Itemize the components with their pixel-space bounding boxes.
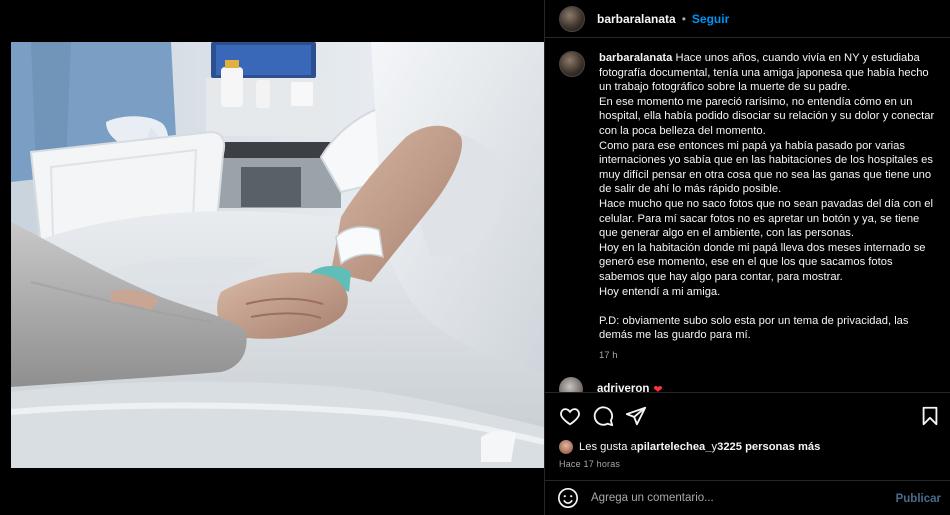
follow-button[interactable]: Seguir: [692, 12, 729, 26]
publish-button[interactable]: Publicar: [896, 493, 941, 505]
caption-paragraph: Como para ese entonces mi papá ya había …: [599, 139, 933, 196]
post-photo[interactable]: [11, 42, 544, 468]
list-item: adriveron ❤: [559, 377, 937, 392]
post-side-panel: barbaralanata • Seguir barbaralanata Hac…: [544, 0, 950, 515]
separator-dot: •: [681, 11, 686, 26]
avatar[interactable]: [559, 5, 585, 32]
bookmark-icon[interactable]: [919, 405, 941, 427]
caption-paragraph: Hoy entendí a mi amiga.: [599, 285, 721, 298]
liker-username[interactable]: pilartelechea_: [637, 441, 712, 453]
caption-avatar[interactable]: [559, 51, 585, 77]
hospital-hands-photo: [11, 42, 544, 468]
likes-prefix: Les gusta a: [579, 441, 637, 453]
caption: barbaralanata Hace unos años, cuando viv…: [559, 51, 937, 363]
media-pane: [0, 0, 544, 515]
comment-icon[interactable]: [592, 405, 614, 427]
action-icons: [559, 405, 658, 427]
caption-paragraph: Hace mucho que no saco fotos que no sean…: [599, 197, 933, 240]
liker-avatar[interactable]: [559, 440, 573, 454]
likes-count[interactable]: 3225 personas más: [717, 441, 820, 453]
add-comment-bar: Publicar: [545, 480, 950, 515]
comment-input[interactable]: [591, 492, 881, 504]
post-timestamp: Hace 17 horas: [559, 459, 621, 469]
comments-section[interactable]: barbaralanata Hace unos años, cuando viv…: [545, 39, 950, 392]
heart-emoji: ❤: [653, 383, 663, 392]
likes-summary: Les gusta a pilartelechea_ y 3225 person…: [559, 440, 820, 454]
caption-paragraph: En ese momento me pareció rarísimo, no e…: [599, 95, 935, 137]
heart-icon[interactable]: [559, 405, 581, 427]
caption-paragraph: P.D: obviamente subo solo esta por un te…: [599, 314, 909, 342]
post-header: barbaralanata • Seguir: [545, 0, 950, 38]
share-icon[interactable]: [625, 405, 647, 427]
commenter-avatar[interactable]: [559, 377, 583, 392]
caption-timestamp: 17 h: [599, 349, 618, 361]
caption-username[interactable]: barbaralanata: [599, 52, 672, 64]
post-actions: Les gusta a pilartelechea_ y 3225 person…: [545, 392, 950, 480]
caption-paragraph: Hoy en la habitación donde mi papá lleva…: [599, 241, 926, 283]
commenter-username[interactable]: adriveron: [597, 383, 649, 392]
header-username[interactable]: barbaralanata: [597, 12, 676, 26]
emoji-icon[interactable]: [557, 487, 579, 509]
caption-text: barbaralanata Hace unos años, cuando viv…: [599, 51, 937, 363]
